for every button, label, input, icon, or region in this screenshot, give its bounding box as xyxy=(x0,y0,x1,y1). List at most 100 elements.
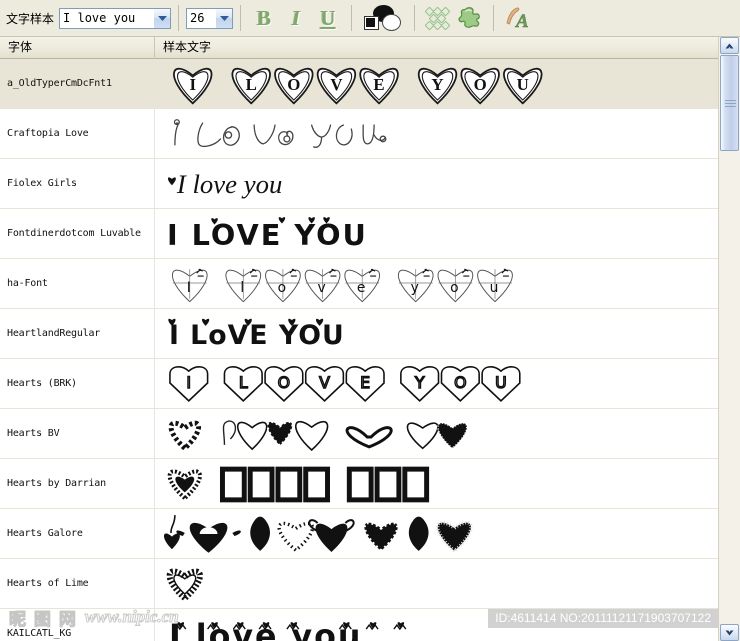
svg-text:U: U xyxy=(495,372,507,391)
font-sample-cell: ILOVEYOU xyxy=(155,59,718,108)
table-row[interactable]: Fiolex Girls I love you xyxy=(0,159,718,209)
table-row[interactable]: Craftopia Love xyxy=(0,109,718,159)
color-picker-icon xyxy=(364,16,380,30)
font-name-cell: Craftopia Love xyxy=(0,109,155,158)
chevron-down-icon[interactable] xyxy=(215,8,233,28)
svg-text:o: o xyxy=(278,279,286,295)
font-sample-cell: ILOVEYOU xyxy=(155,359,718,408)
color-swatch-button[interactable] xyxy=(361,3,405,33)
sample-text-value: I love you xyxy=(63,10,136,25)
vertical-scrollbar[interactable] xyxy=(718,37,740,641)
svg-text:E: E xyxy=(373,74,384,93)
font-sample-cell xyxy=(155,559,718,608)
svg-text:I LOVE YOU: I LOVE YOU xyxy=(167,217,368,251)
table-row[interactable]: a_OldTyperCmDcFnt1 I L O V E Y O U xyxy=(0,59,718,109)
grid-pattern-icon xyxy=(424,6,451,31)
background-color-icon xyxy=(382,14,402,31)
svg-text:U: U xyxy=(517,74,529,93)
grid-header: 字体 样本文字 xyxy=(0,37,740,59)
font-name-cell: ha-Font xyxy=(0,259,155,308)
svg-text:I love you: I love you xyxy=(176,168,282,198)
chevron-down-icon[interactable] xyxy=(153,8,171,28)
table-row[interactable]: HeartlandRegular I LoVE YOU xyxy=(0,309,718,359)
svg-text:I love you: I love you xyxy=(169,618,363,641)
chevron-down-icon xyxy=(725,630,734,635)
grid-pattern-button[interactable] xyxy=(423,3,453,33)
font-size-combobox[interactable]: 26 xyxy=(186,7,234,29)
font-sample-cell: I love you xyxy=(155,159,718,208)
font-name-cell: Hearts by Darrian xyxy=(0,459,155,508)
font-sample-cell: I LOVE YOU xyxy=(155,209,718,258)
svg-text:Y: Y xyxy=(431,74,443,93)
toolbar-separator-3 xyxy=(351,5,353,31)
table-row[interactable]: Fontdinerdotcom Luvable I LOVE YOU xyxy=(0,209,718,259)
font-sample-cell xyxy=(155,109,718,158)
svg-text:o: o xyxy=(450,279,458,295)
sample-text-combobox[interactable]: I love you xyxy=(59,7,172,29)
table-row[interactable]: Hearts Galore xyxy=(0,509,718,559)
sample-text-label: 文字样本 xyxy=(6,11,55,26)
table-row[interactable]: ha-Font Il o v e y o u xyxy=(0,259,718,309)
svg-text:O: O xyxy=(454,372,466,391)
scroll-up-button[interactable] xyxy=(720,37,739,54)
underline-button[interactable]: U xyxy=(313,3,343,33)
toolbar-separator-5 xyxy=(493,5,495,31)
svg-text:I: I xyxy=(189,74,196,93)
grip-lines-icon xyxy=(725,100,736,107)
table-row[interactable]: Hearts (BRK) I L O V E Y O U xyxy=(0,359,718,409)
svg-text:Y: Y xyxy=(414,372,425,391)
svg-text:V: V xyxy=(319,372,330,391)
font-name-cell: Hearts (BRK) xyxy=(0,359,155,408)
bold-icon: B xyxy=(257,5,272,30)
column-header-sample[interactable]: 样本文字 xyxy=(155,37,740,59)
font-preview-window: 文字样本 I love you 26 B I U A 字体 样本文字 a_Old… xyxy=(0,0,740,641)
toolbar: 文字样本 I love you 26 B I U A xyxy=(0,0,740,37)
font-sample-cell xyxy=(155,509,718,558)
column-header-font[interactable]: 字体 xyxy=(0,37,155,59)
puzzle-piece-icon xyxy=(457,6,483,30)
svg-text:E: E xyxy=(360,372,370,391)
svg-text:u: u xyxy=(490,279,499,295)
svg-text:l: l xyxy=(240,279,244,295)
font-sample-cell: I love you xyxy=(155,609,718,641)
svg-text:O: O xyxy=(287,74,300,93)
svg-text:L: L xyxy=(246,74,257,93)
table-row[interactable]: Hearts by Darrian xyxy=(0,459,718,509)
font-sample-cell xyxy=(155,409,718,458)
chevron-up-icon xyxy=(725,43,734,48)
svg-text:L: L xyxy=(239,372,248,391)
font-list[interactable]: a_OldTyperCmDcFnt1 I L O V E Y O U Craftopia Love… xyxy=(0,59,718,641)
font-size-value: 26 xyxy=(190,10,205,25)
scrollbar-thumb[interactable] xyxy=(720,55,739,151)
svg-text:O: O xyxy=(278,372,290,391)
font-name-cell: Hearts of Lime xyxy=(0,559,155,608)
puzzle-button[interactable] xyxy=(455,3,485,33)
svg-text:O: O xyxy=(474,74,487,93)
scroll-down-button[interactable] xyxy=(720,624,739,641)
table-row[interactable]: KAILCATL_KG I love you xyxy=(0,609,718,641)
text-effect-button[interactable]: A xyxy=(502,3,536,33)
svg-text:y: y xyxy=(411,279,419,295)
svg-text:A: A xyxy=(515,11,529,31)
table-row[interactable]: Hearts BV xyxy=(0,409,718,459)
font-name-cell: a_OldTyperCmDcFnt1 xyxy=(0,59,155,108)
toolbar-separator-4 xyxy=(414,5,416,31)
svg-text:v: v xyxy=(317,279,325,295)
svg-text:e: e xyxy=(357,279,366,295)
font-name-cell: Fiolex Girls xyxy=(0,159,155,208)
bold-button[interactable]: B xyxy=(249,3,279,33)
svg-text:I: I xyxy=(186,372,191,391)
italic-icon: I xyxy=(291,5,301,30)
underline-icon: U xyxy=(320,5,336,30)
font-name-cell: Hearts BV xyxy=(0,409,155,458)
svg-text:I: I xyxy=(187,279,191,295)
font-name-cell: Hearts Galore xyxy=(0,509,155,558)
toolbar-separator-2 xyxy=(240,5,242,31)
font-sample-cell: Il o v e y o u xyxy=(155,259,718,308)
svg-text:I LoVE YOU: I LoVE YOU xyxy=(169,319,345,350)
font-name-cell: HeartlandRegular xyxy=(0,309,155,358)
font-name-cell: KAILCATL_KG xyxy=(0,609,155,641)
table-row[interactable]: Hearts of Lime xyxy=(0,559,718,609)
italic-button[interactable]: I xyxy=(281,3,311,33)
toolbar-separator-1 xyxy=(178,5,180,31)
